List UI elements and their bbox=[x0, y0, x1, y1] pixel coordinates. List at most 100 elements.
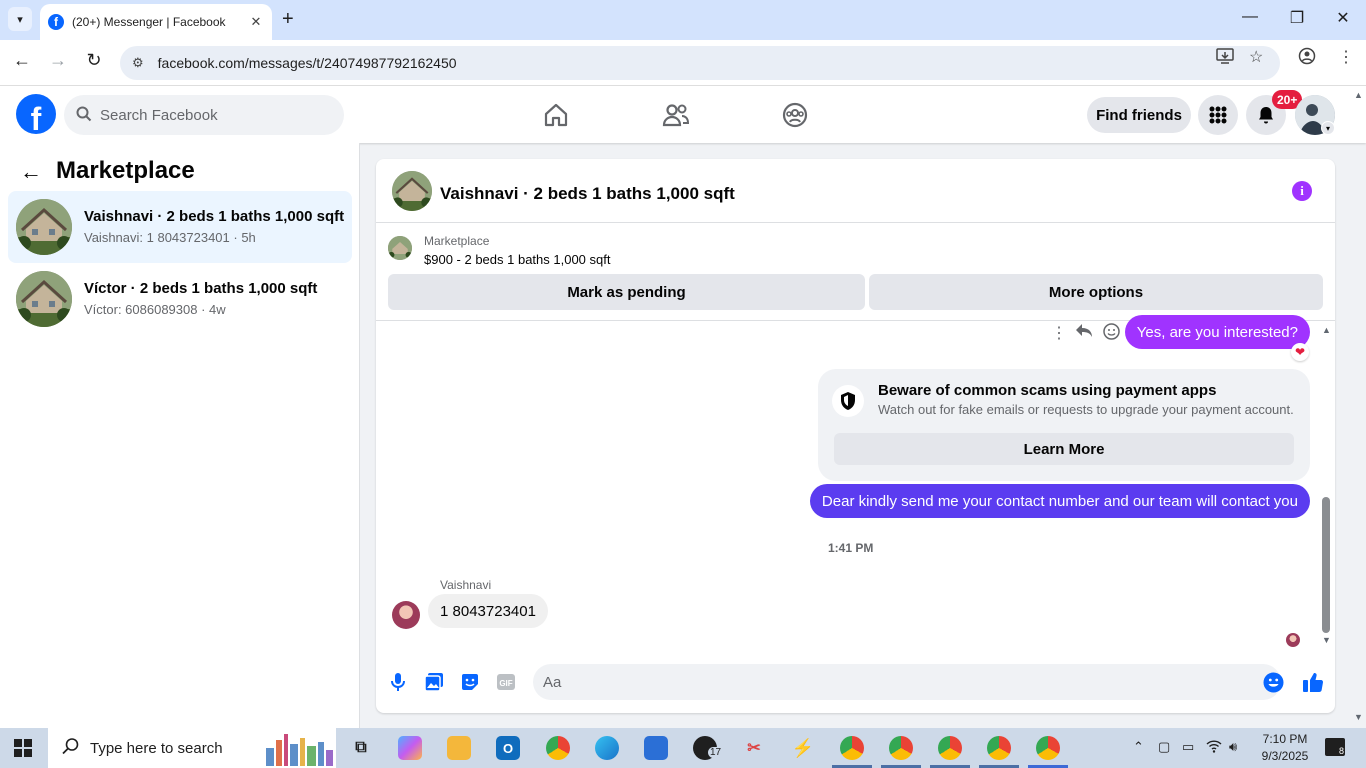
emoji-icon[interactable] bbox=[1262, 671, 1284, 693]
reply-icon[interactable] bbox=[1075, 323, 1093, 344]
listing-thumbnail[interactable] bbox=[388, 236, 412, 260]
message-composer: GIF bbox=[376, 659, 1335, 705]
conversation-name: Vaishnavi · 2 beds 1 baths 1,000 sqft bbox=[84, 208, 345, 225]
chrome-profile-icon[interactable] bbox=[1298, 47, 1316, 70]
groups-icon[interactable] bbox=[780, 100, 810, 130]
conversation-snippet: Víctor: 6086089308 · 4w bbox=[84, 302, 226, 317]
shield-icon bbox=[832, 385, 864, 417]
facebook-search-box[interactable] bbox=[64, 95, 344, 135]
chat-scrollbar[interactable]: ▲ ▼ bbox=[1320, 325, 1332, 645]
show-hidden-icons-chevron-up-icon[interactable]: ⌃ bbox=[1133, 739, 1144, 755]
url-omnibox[interactable]: ⚙ facebook.com/messages/t/24074987792162… bbox=[120, 46, 1280, 80]
wifi-icon[interactable] bbox=[1206, 739, 1222, 756]
outgoing-message[interactable]: Dear kindly send me your contact number … bbox=[809, 484, 1310, 518]
windows-start-icon[interactable] bbox=[14, 739, 32, 757]
chrome-icon[interactable] bbox=[546, 736, 570, 760]
outgoing-message[interactable]: Yes, are you interested? bbox=[1124, 315, 1310, 349]
chrome-profile-4-icon[interactable] bbox=[987, 736, 1011, 760]
taskbar-clock-time[interactable]: 7:10 PM bbox=[1257, 732, 1313, 746]
task-view-icon[interactable]: ⧉ bbox=[349, 736, 373, 760]
file-explorer-icon[interactable] bbox=[447, 736, 471, 760]
back-arrow-icon[interactable]: ← bbox=[10, 50, 34, 71]
back-arrow-icon[interactable]: ← bbox=[20, 159, 42, 185]
thumbs-up-icon[interactable] bbox=[1302, 671, 1324, 693]
chrome-profile-2-icon[interactable] bbox=[889, 736, 913, 760]
edge-icon[interactable] bbox=[595, 736, 619, 760]
taskbar-clock-date[interactable]: 9/3/2025 bbox=[1257, 749, 1313, 763]
taskbar-search-text: Type here to search bbox=[90, 739, 223, 757]
window-close-icon[interactable]: ✕ bbox=[1323, 8, 1363, 28]
install-app-icon[interactable] bbox=[1216, 47, 1234, 70]
url-text[interactable]: facebook.com/messages/t/2407498779216245… bbox=[158, 55, 457, 71]
find-friends-button[interactable]: Find friends bbox=[1087, 97, 1191, 133]
store-icon[interactable] bbox=[644, 736, 668, 760]
gif-icon[interactable]: GIF bbox=[495, 671, 517, 693]
chat-listing-avatar[interactable] bbox=[392, 171, 432, 211]
facebook-favicon-icon: f bbox=[48, 14, 64, 30]
incoming-message[interactable]: 1 8043723401 bbox=[428, 594, 548, 628]
conversation-item[interactable]: Víctor · 2 beds 1 baths 1,000 sqft Vícto… bbox=[8, 263, 352, 335]
notification-center-icon[interactable]: 8 bbox=[1325, 738, 1345, 756]
search-icon bbox=[62, 737, 80, 760]
tab-close-icon[interactable]: ✕ bbox=[248, 14, 264, 30]
scam-warning-text: Watch out for fake emails or requests to… bbox=[878, 402, 1294, 417]
browser-tab-bar: ▾ f (20+) Messenger | Facebook ✕ + — ❐ ✕ bbox=[0, 0, 1366, 40]
scroll-down-icon[interactable]: ▼ bbox=[1322, 635, 1331, 645]
page-scroll-down-icon[interactable]: ▼ bbox=[1354, 712, 1363, 722]
browser-tab-messenger[interactable]: f (20+) Messenger | Facebook ✕ bbox=[40, 4, 272, 40]
power-automate-icon[interactable]: ⚡ bbox=[791, 736, 815, 760]
tab-search-dropdown-icon[interactable]: ▾ bbox=[8, 7, 32, 31]
restore-icon[interactable]: ❐ bbox=[1277, 8, 1317, 28]
react-emoji-icon[interactable] bbox=[1103, 323, 1120, 345]
heart-reaction-icon[interactable]: ❤ bbox=[1291, 343, 1309, 361]
listing-banner: Marketplace $900 - 2 beds 1 baths 1,000 … bbox=[376, 223, 1335, 321]
page-scroll-up-icon[interactable]: ▲ bbox=[1354, 90, 1363, 100]
outlook-icon[interactable]: O bbox=[496, 736, 520, 760]
learn-more-button[interactable]: Learn More bbox=[834, 433, 1294, 465]
listing-title[interactable]: $900 - 2 beds 1 baths 1,000 sqft bbox=[424, 252, 610, 267]
conversation-snippet: Vaishnavi: 1 8043723401 · 5h bbox=[84, 230, 256, 245]
scroll-up-icon[interactable]: ▲ bbox=[1322, 325, 1331, 335]
conversation-item[interactable]: Vaishnavi · 2 beds 1 baths 1,000 sqft Va… bbox=[8, 191, 352, 263]
facebook-logo-icon[interactable]: f bbox=[16, 94, 56, 134]
page-scrollbar[interactable]: ▲ ▼ bbox=[1352, 86, 1366, 728]
menu-grid-button[interactable] bbox=[1198, 95, 1238, 135]
battery-icon[interactable]: ▭ bbox=[1182, 739, 1194, 755]
conversation-name: Víctor · 2 beds 1 baths 1,000 sqft bbox=[84, 280, 318, 297]
chrome-menu-icon[interactable]: ⋮ bbox=[1338, 47, 1354, 67]
photo-icon[interactable] bbox=[423, 671, 445, 693]
microphone-icon[interactable] bbox=[387, 671, 409, 693]
more-options-button[interactable]: More options bbox=[869, 274, 1323, 310]
chat-header: Vaishnavi · 2 beds 1 baths 1,000 sqft i bbox=[376, 159, 1335, 223]
reload-icon[interactable]: ↻ bbox=[82, 50, 106, 71]
message-input[interactable] bbox=[533, 664, 1281, 700]
chrome-profile-5-icon[interactable] bbox=[1036, 736, 1060, 760]
chrome-profile-3-icon[interactable] bbox=[938, 736, 962, 760]
site-settings-icon[interactable]: ⚙ bbox=[132, 55, 144, 71]
message-thread: ⋮ Yes, are you interested? ❤ Beware of c… bbox=[376, 315, 1335, 651]
sender-avatar[interactable] bbox=[392, 601, 420, 629]
volume-icon[interactable]: 🔊︎ bbox=[1229, 739, 1237, 755]
sticker-icon[interactable] bbox=[459, 671, 481, 693]
svg-text:GIF: GIF bbox=[499, 679, 512, 688]
chat-title[interactable]: Vaishnavi · 2 beds 1 baths 1,000 sqft bbox=[440, 184, 735, 204]
chrome-profile-1-icon[interactable] bbox=[840, 736, 864, 760]
info-icon[interactable]: i bbox=[1292, 181, 1312, 201]
message-timestamp: 1:41 PM bbox=[828, 541, 874, 555]
scrollbar-thumb[interactable] bbox=[1322, 497, 1330, 633]
more-vertical-icon[interactable]: ⋮ bbox=[1051, 323, 1067, 343]
home-icon[interactable] bbox=[541, 100, 571, 130]
meet-now-icon[interactable]: ▢ bbox=[1158, 739, 1170, 755]
taskbar-search-box[interactable]: Type here to search bbox=[48, 728, 336, 768]
snipping-tool-icon[interactable]: ✂ bbox=[742, 736, 766, 760]
mark-as-pending-button[interactable]: Mark as pending bbox=[388, 274, 865, 310]
new-tab-icon[interactable]: + bbox=[282, 9, 294, 29]
friends-icon[interactable] bbox=[661, 100, 691, 130]
bookmark-star-icon[interactable]: ☆ bbox=[1249, 47, 1263, 67]
forward-arrow-icon[interactable]: → bbox=[46, 50, 70, 71]
minimize-icon[interactable]: — bbox=[1230, 8, 1270, 26]
copilot-icon[interactable] bbox=[398, 736, 422, 760]
notification-center-count: 8 bbox=[1338, 746, 1344, 756]
search-input[interactable] bbox=[100, 106, 320, 124]
account-chevron-down-icon[interactable]: ▾ bbox=[1321, 121, 1335, 135]
